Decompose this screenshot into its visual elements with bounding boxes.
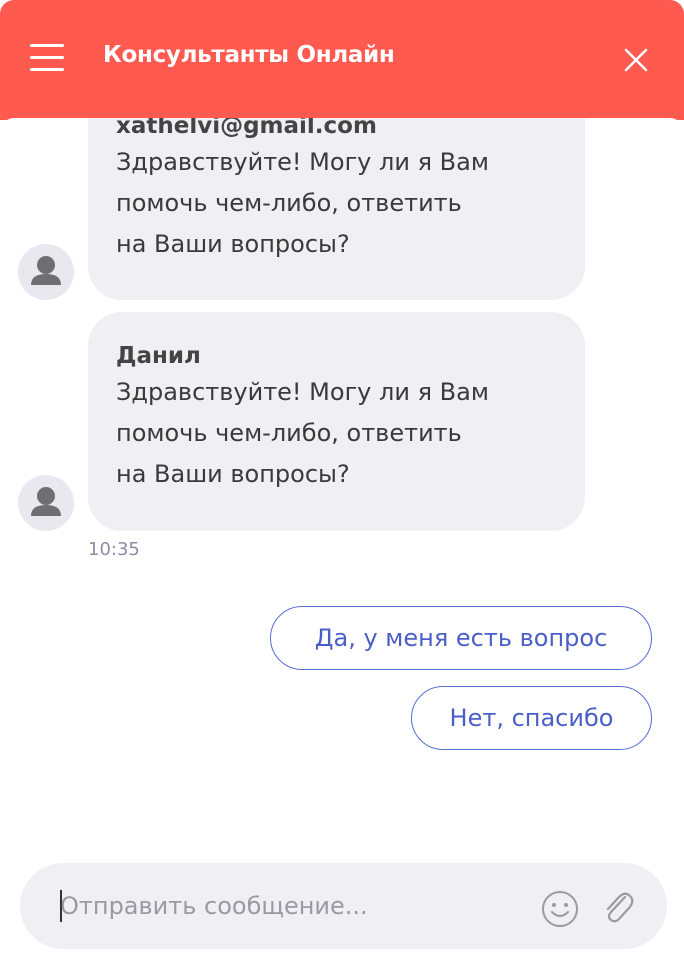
text-caret [60,890,62,922]
chat-title: Консультанты Онлайн [103,42,395,68]
user-avatar-icon [18,475,74,531]
message-sender: xathelvi@gmail.com [116,118,377,139]
message-text: Здравствуйте! Могу ли я Вам помочь чем-л… [116,378,489,488]
message-bubble: Данил Здравствуйте! Могу ли я Вам помочь… [88,312,585,531]
message-bubble: xathelvi@gmail.com Здравствуйте! Могу ли… [88,118,585,300]
message-composer [20,863,667,949]
hamburger-menu-icon[interactable] [30,44,64,72]
message-timestamp: 10:35 [88,539,140,560]
message-text: Здравствуйте! Могу ли я Вам помочь чем-л… [116,148,489,258]
message-list[interactable]: xathelvi@gmail.com Здравствуйте! Могу ли… [0,118,684,858]
message-sender: Данил [116,343,201,369]
quick-reply-yes-button[interactable]: Да, у меня есть вопрос [270,606,652,670]
paperclip-icon[interactable] [598,887,636,927]
user-avatar-icon [18,244,74,300]
quick-reply-no-button[interactable]: Нет, спасибо [411,686,652,750]
smiley-icon[interactable] [540,889,580,929]
close-icon[interactable] [622,46,650,74]
message-input[interactable] [60,885,530,927]
chat-header: Консультанты Онлайн [0,0,684,120]
